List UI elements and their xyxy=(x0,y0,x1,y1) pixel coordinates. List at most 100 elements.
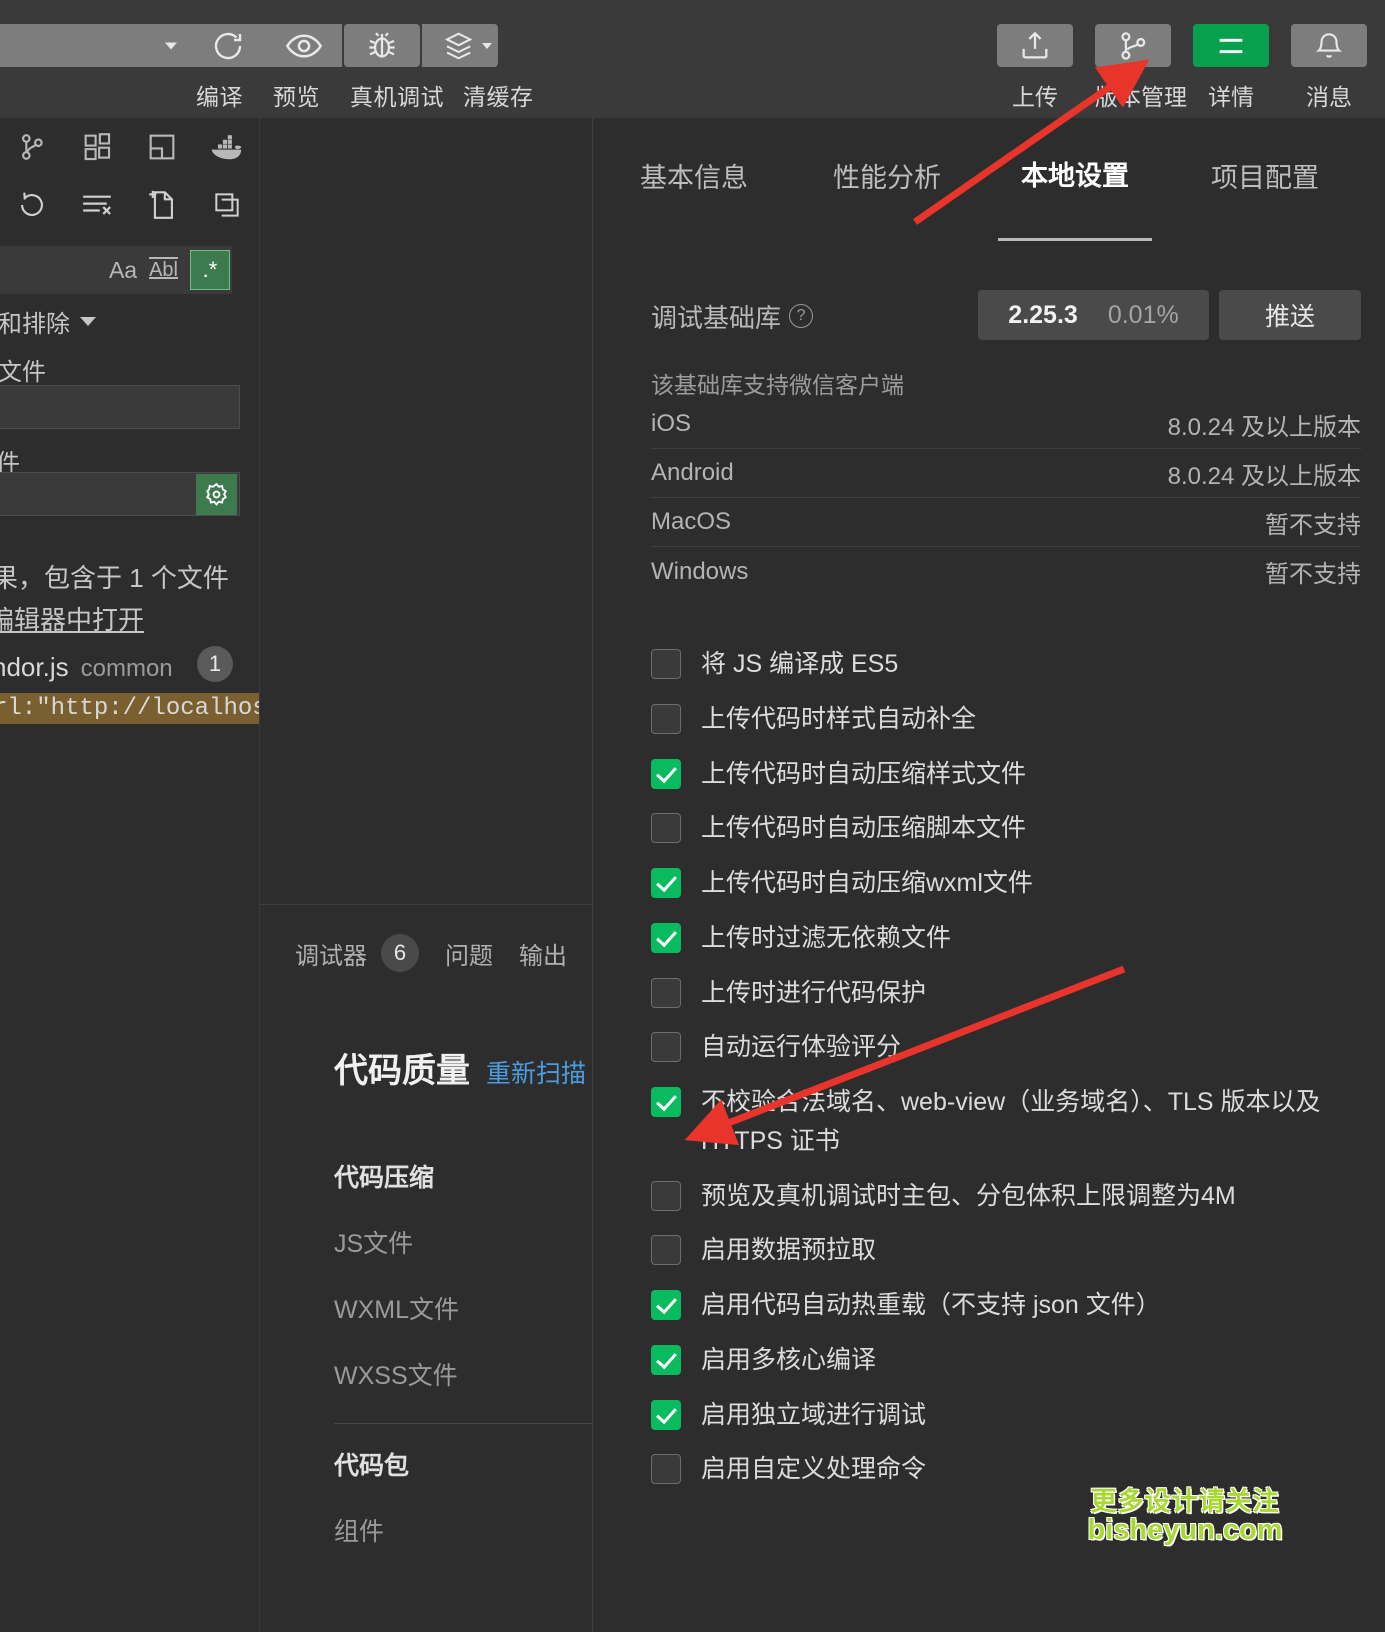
option-label: 上传时进行代码保护 xyxy=(701,978,927,1007)
sidebar-clear-results-button[interactable] xyxy=(65,190,130,220)
tab-basic-info[interactable]: 基本信息 xyxy=(640,156,748,201)
upload-icon xyxy=(1022,31,1048,58)
sidebar-refresh-button[interactable] xyxy=(0,188,65,222)
option-row[interactable]: 上传代码时自动压缩wxml文件 xyxy=(651,864,1371,903)
tab-project-config[interactable]: 项目配置 xyxy=(1211,156,1319,201)
option-row[interactable]: 启用多核心编译 xyxy=(651,1341,1371,1380)
option-row[interactable]: 不校验合法域名、web-view（业务域名）、TLS 版本以及 HTTPS 证书 xyxy=(651,1083,1371,1161)
checkbox-compress-styles-on-upload[interactable] xyxy=(651,758,681,789)
sidebar-docker-button[interactable] xyxy=(194,132,259,162)
platform-version: 8.0.24 及以上版本 xyxy=(1167,462,1361,490)
option-row[interactable]: 启用自定义处理命令 xyxy=(651,1450,1371,1489)
rescan-link[interactable]: 重新扫描 xyxy=(486,1054,586,1090)
push-button[interactable]: 推送 xyxy=(1219,290,1361,340)
option-label: 不校验合法域名、web-view（业务域名）、TLS 版本以及 HTTPS 证书 xyxy=(701,1088,1321,1155)
result-file-row[interactable]: ndor.js common xyxy=(0,652,173,683)
option-label: 上传时过滤无依赖文件 xyxy=(701,923,952,952)
upload-button[interactable] xyxy=(997,24,1073,67)
base-library-version-chip[interactable]: 2.25.3 0.01% xyxy=(978,290,1209,340)
real-device-debug-button[interactable] xyxy=(344,24,420,67)
gear-icon xyxy=(206,482,227,506)
include-files-input[interactable] xyxy=(0,385,240,429)
option-label: 上传代码时自动压缩脚本文件 xyxy=(701,814,1027,843)
checkbox-compile-js-to-es5[interactable] xyxy=(651,649,681,679)
checkbox-code-protection-on-upload[interactable] xyxy=(651,977,681,1008)
option-row[interactable]: 启用数据预拉取 xyxy=(651,1231,1371,1270)
top-toolbar: 编译 预览 真机调试 清缓存 上传 版本管理 详情 消息 xyxy=(0,0,1385,118)
item-wxss-files[interactable]: WXSS文件 xyxy=(334,1356,458,1392)
docker-icon xyxy=(211,135,242,160)
use-regex-icon[interactable]: .* xyxy=(190,250,230,290)
tab-output[interactable]: 输出 xyxy=(519,936,567,971)
result-count-badge: 1 xyxy=(197,646,233,682)
option-row[interactable]: 上传代码时样式自动补全 xyxy=(651,700,1371,739)
match-case-icon[interactable]: Aa xyxy=(109,257,137,284)
option-row[interactable]: 将 JS 编译成 ES5 xyxy=(651,645,1371,684)
option-row[interactable]: 自动运行体验评分 xyxy=(651,1028,1371,1067)
option-label: 上传代码时自动压缩样式文件 xyxy=(701,759,1027,788)
tab-local-settings[interactable]: 本地设置 xyxy=(1021,154,1129,199)
option-row[interactable]: 上传代码时自动压缩样式文件 xyxy=(651,755,1371,794)
search-options-bar: Aa Abl .* xyxy=(0,246,232,294)
open-in-editor-link[interactable]: 编辑器中打开 xyxy=(0,600,144,637)
sidebar-copy-button[interactable] xyxy=(194,189,259,221)
option-label: 上传代码时样式自动补全 xyxy=(701,704,977,733)
debug-base-library-label-wrap: 调试基础库 ? xyxy=(651,298,814,335)
checkbox-skip-domain-tls-https-check[interactable] xyxy=(651,1087,681,1117)
version-management-button[interactable] xyxy=(1095,24,1171,67)
tab-problems[interactable]: 问题 xyxy=(445,936,493,971)
checkbox-package-size-limit-4m[interactable] xyxy=(651,1180,681,1211)
result-code-snippet[interactable]: rl:"http://localhost:80... xyxy=(0,693,259,724)
project-selector[interactable] xyxy=(0,24,190,67)
checkbox-enable-isolated-context-debug[interactable] xyxy=(651,1399,681,1430)
messages-button[interactable] xyxy=(1291,24,1367,67)
platform-support-table: iOS 8.0.24 及以上版本 Android 8.0.24 及以上版本 Ma… xyxy=(651,400,1361,596)
checkbox-enable-hot-reload[interactable] xyxy=(651,1290,681,1320)
checkbox-enable-custom-commands[interactable] xyxy=(651,1454,681,1485)
wechat-devtools-window: 编译 预览 真机调试 清缓存 上传 版本管理 详情 消息 Aa Abl .* 和… xyxy=(0,0,1385,1632)
checkbox-auto-run-experience-score[interactable] xyxy=(651,1032,681,1063)
details-tab-bar: 基本信息 性能分析 本地设置 项目配置 xyxy=(593,118,1385,232)
local-settings-options: 将 JS 编译成 ES5 上传代码时样式自动补全 上传代码时自动压缩样式文件 上… xyxy=(651,645,1371,1505)
question-circle-icon[interactable]: ? xyxy=(789,304,814,328)
item-js-files[interactable]: JS文件 xyxy=(334,1224,413,1260)
option-row[interactable]: 预览及真机调试时主包、分包体积上限调整为4M xyxy=(651,1177,1371,1216)
checkbox-enable-data-prefetch[interactable] xyxy=(651,1235,681,1266)
option-row[interactable]: 上传时进行代码保护 xyxy=(651,974,1371,1013)
sidebar-branch-button[interactable] xyxy=(0,130,65,164)
preview-button[interactable] xyxy=(266,24,342,67)
watermark-line-2: bisheyun.com xyxy=(1087,1514,1283,1547)
match-whole-word-icon[interactable]: Abl xyxy=(147,259,180,282)
sidebar-window-split-button[interactable] xyxy=(130,130,195,164)
clear-cache-button[interactable] xyxy=(422,24,498,67)
option-label: 上传代码时自动压缩wxml文件 xyxy=(701,869,1033,897)
option-label: 预览及真机调试时主包、分包体积上限调整为4M xyxy=(701,1181,1236,1210)
checkbox-autocomplete-styles-on-upload[interactable] xyxy=(651,703,681,734)
sidebar-new-file-button[interactable] xyxy=(130,188,195,222)
item-wxml-files[interactable]: WXML文件 xyxy=(334,1290,459,1326)
group-title-code-compression: 代码压缩 xyxy=(334,1164,435,1192)
option-label: 启用独立域进行调试 xyxy=(701,1400,927,1429)
checkbox-filter-unused-files-on-upload[interactable] xyxy=(651,922,681,953)
table-row: Android 8.0.24 及以上版本 xyxy=(651,449,1361,498)
checkbox-compress-scripts-on-upload[interactable] xyxy=(651,813,681,844)
checkbox-compress-wxml-on-upload[interactable] xyxy=(651,868,681,898)
item-components[interactable]: 组件 xyxy=(334,1512,384,1548)
option-row[interactable]: 启用代码自动热重载（不支持 json 文件） xyxy=(651,1286,1371,1325)
toolbar-right-labels: 上传 版本管理 详情 消息 xyxy=(997,78,1367,112)
checkbox-enable-multicore-compile[interactable] xyxy=(651,1344,681,1375)
details-button[interactable] xyxy=(1193,24,1269,67)
details-label: 详情 xyxy=(1208,84,1254,110)
option-row[interactable]: 启用独立域进行调试 xyxy=(651,1396,1371,1435)
tab-debugger[interactable]: 调试器 6 xyxy=(295,934,419,972)
watermark-line-1: 更多设计请关注 xyxy=(1090,1486,1280,1516)
include-exclude-toggle[interactable]: 和排除 xyxy=(0,304,96,339)
option-label: 将 JS 编译成 ES5 xyxy=(701,650,899,678)
tab-performance-analysis[interactable]: 性能分析 xyxy=(833,156,941,201)
sidebar-blocks-button[interactable] xyxy=(65,130,130,164)
option-row[interactable]: 上传代码时自动压缩脚本文件 xyxy=(651,809,1371,848)
debugger-panel: 调试器 6 问题 输出 代码质量 重新扫描 代码压缩 JS文件 WXML文件 W… xyxy=(259,118,593,1632)
compile-button[interactable] xyxy=(190,24,266,67)
settings-gear-button[interactable] xyxy=(196,474,237,515)
option-row[interactable]: 上传时过滤无依赖文件 xyxy=(651,919,1371,958)
